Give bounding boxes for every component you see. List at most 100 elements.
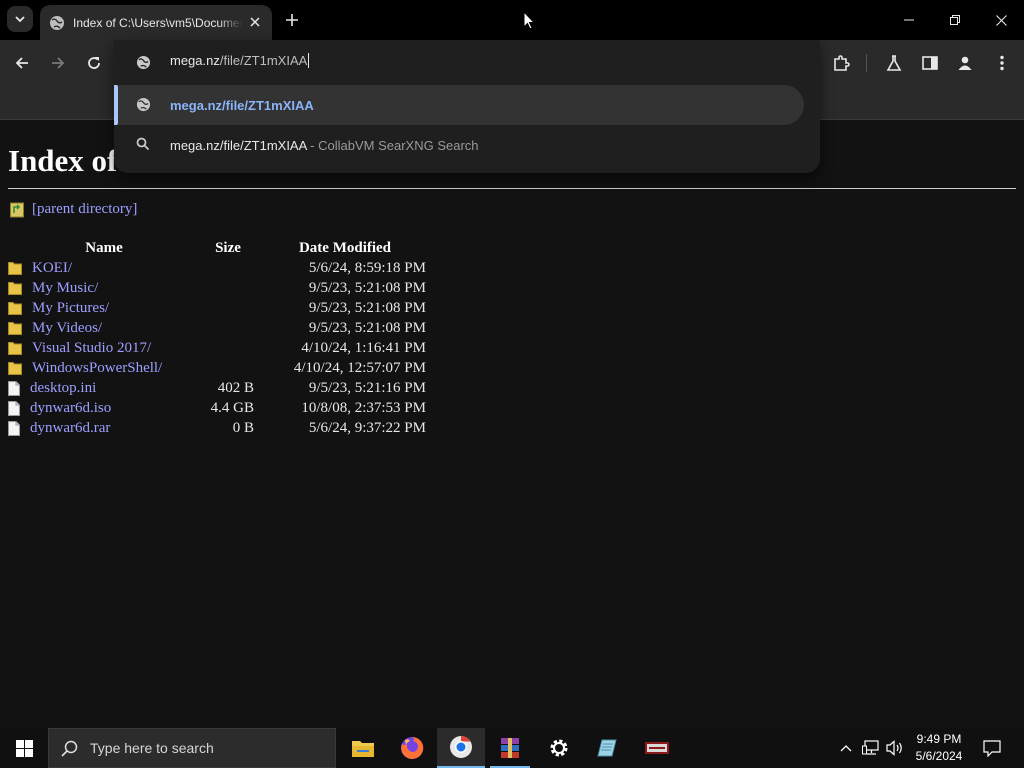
entry-link[interactable]: desktop.ini: [30, 380, 96, 397]
entry-link[interactable]: dynwar6d.iso: [30, 400, 111, 417]
tab-search-button[interactable]: [7, 6, 33, 32]
table-row: KOEI/5/6/24, 8:59:18 PM: [8, 258, 426, 278]
globe-icon: [136, 55, 151, 70]
mouse-cursor-icon: [523, 11, 535, 30]
page-title: Index of: [8, 143, 118, 178]
text-caret: [308, 53, 310, 68]
address-path: /file/ZT1mXIAA: [219, 53, 308, 68]
column-header-date[interactable]: Date Modified: [254, 238, 426, 258]
address-domain: mega.nz: [170, 53, 220, 68]
taskbar-notepad[interactable]: [584, 728, 632, 768]
minimize-button[interactable]: [886, 0, 932, 40]
chevron-down-icon: [15, 16, 25, 23]
cell-size: [188, 278, 254, 298]
parent-directory-row: [parent directory]: [10, 201, 137, 218]
entry-link[interactable]: WindowsPowerShell/: [32, 360, 162, 377]
table-row: Visual Studio 2017/4/10/24, 1:16:41 PM: [8, 338, 426, 358]
entry-link[interactable]: My Music/: [32, 280, 98, 297]
extensions-button[interactable]: [829, 51, 853, 75]
suggestion-url-text: mega.nz/file/ZT1mXIAA: [170, 97, 314, 113]
cell-date: 9/5/23, 5:21:08 PM: [308, 319, 426, 336]
suggestion-search[interactable]: mega.nz/file/ZT1mXIAA - CollabVM SearXNG…: [114, 125, 804, 165]
table-row: My Videos/9/5/23, 5:21:08 PM: [8, 318, 426, 338]
cell-date: 5/6/24, 9:37:22 PM: [308, 419, 426, 436]
taskbar-game[interactable]: [633, 728, 681, 768]
page-content: Index of [parent directory] Name Size Da…: [0, 121, 1024, 728]
entry-link[interactable]: KOEI/: [32, 260, 72, 277]
menu-button[interactable]: [990, 51, 1014, 75]
file-icon: [8, 400, 20, 416]
cell-size: [188, 298, 254, 318]
table-row: My Pictures/9/5/23, 5:21:08 PM: [8, 298, 426, 318]
search-icon: [136, 137, 150, 151]
flask-icon: [886, 55, 902, 71]
omnibox-dropdown: mega.nz/file/ZT1mXIAA mega.nz/file/ZT1mX…: [114, 40, 820, 173]
side-panel-icon: [922, 56, 938, 70]
cell-date: 4/10/24, 12:57:07 PM: [293, 359, 426, 376]
taskbar-file-explorer[interactable]: [339, 728, 387, 768]
cell-date: 4/10/24, 1:16:41 PM: [301, 339, 426, 356]
tab-active[interactable]: Index of C:\Users\vm5\Documents\: [40, 5, 272, 40]
address-bar[interactable]: mega.nz/file/ZT1mXIAA: [114, 40, 820, 84]
suggestion-url[interactable]: mega.nz/file/ZT1mXIAA: [114, 85, 804, 125]
firefox-icon: [401, 736, 424, 759]
windows-logo-icon: [15, 739, 33, 757]
divider: [8, 188, 1016, 189]
settings-icon: [550, 739, 568, 757]
entry-link[interactable]: My Videos/: [32, 320, 102, 337]
folder-icon: [8, 262, 22, 275]
cell-name: dynwar6d.iso: [8, 398, 188, 418]
cell-name: My Music/: [8, 278, 188, 298]
back-button[interactable]: [10, 51, 34, 75]
profile-button[interactable]: [953, 51, 977, 75]
address-input[interactable]: mega.nz/file/ZT1mXIAA: [170, 53, 310, 68]
notepad-icon: [597, 739, 617, 757]
forward-button[interactable]: [46, 51, 70, 75]
entry-link[interactable]: My Pictures/: [32, 300, 109, 317]
column-header-size[interactable]: Size: [188, 238, 254, 258]
cell-name: My Videos/: [8, 318, 188, 338]
reload-icon: [88, 57, 100, 69]
reload-button[interactable]: [82, 51, 106, 75]
taskbar-search-box[interactable]: Type here to search: [48, 728, 336, 768]
new-tab-button[interactable]: [281, 9, 303, 31]
table-row: WindowsPowerShell/4/10/24, 12:57:07 PM: [8, 358, 426, 378]
cell-date: 9/5/23, 5:21:16 PM: [308, 379, 426, 396]
table-row: My Music/9/5/23, 5:21:08 PM: [8, 278, 426, 298]
side-panel-button[interactable]: [918, 51, 942, 75]
column-header-name[interactable]: Name: [8, 238, 188, 258]
cell-size: [188, 318, 254, 338]
restore-button[interactable]: [932, 0, 978, 40]
volume-tray-button[interactable]: [884, 728, 906, 768]
chevron-up-icon: [840, 745, 852, 752]
folder-icon: [8, 342, 22, 355]
parent-directory-link[interactable]: [parent directory]: [32, 201, 137, 218]
tab-close-button[interactable]: [247, 14, 263, 30]
cell-size: 402 B: [217, 379, 254, 396]
toolbar-separator: [866, 54, 867, 72]
taskbar-settings[interactable]: [535, 728, 583, 768]
close-window-button[interactable]: [978, 0, 1024, 40]
table-row: dynwar6d.rar 0 B 5/6/24, 9:37:22 PM: [8, 418, 426, 438]
labs-button[interactable]: [882, 51, 906, 75]
entry-link[interactable]: Visual Studio 2017/: [32, 340, 151, 357]
notification-center-button[interactable]: [978, 728, 1006, 768]
minimize-icon: [904, 19, 914, 21]
speaker-icon: [886, 740, 902, 756]
game-icon: [645, 742, 669, 754]
taskbar-firefox[interactable]: [388, 728, 436, 768]
network-tray-button[interactable]: [860, 728, 882, 768]
winrar-icon: [501, 738, 519, 758]
folder-icon: [8, 362, 22, 375]
taskbar-winrar[interactable]: [486, 728, 534, 768]
folder-icon: [8, 282, 22, 295]
search-icon: [61, 740, 78, 757]
show-hidden-icons-button[interactable]: [838, 728, 854, 768]
table-row: desktop.ini 402 B 9/5/23, 5:21:16 PM: [8, 378, 426, 398]
taskbar-chrome[interactable]: [437, 728, 485, 768]
suggestion-search-query: mega.nz/file/ZT1mXIAA: [170, 137, 307, 153]
taskbar-clock[interactable]: 9:49 PM 5/6/2024: [910, 731, 968, 765]
start-button[interactable]: [0, 728, 48, 768]
puzzle-icon: [834, 55, 850, 71]
entry-link[interactable]: dynwar6d.rar: [30, 420, 110, 437]
